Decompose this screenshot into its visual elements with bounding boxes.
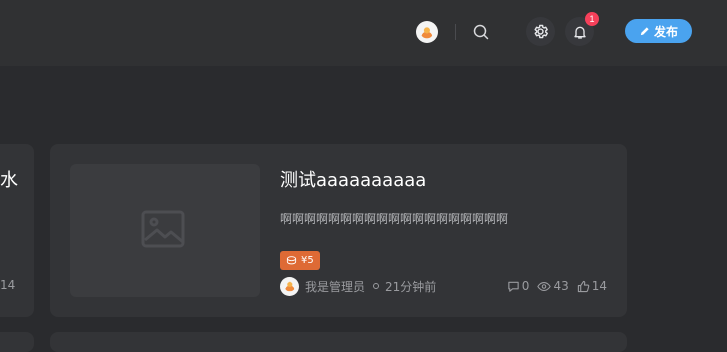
- post-title[interactable]: 测试aaaaaaaaaa: [280, 166, 426, 192]
- settings-icon: [534, 24, 548, 39]
- price-tag: ¥5: [280, 251, 320, 270]
- eye-icon: [537, 281, 552, 291]
- price-value: ¥5: [301, 255, 314, 266]
- notification-badge: 1: [585, 12, 599, 26]
- post-stats: 0 43 14: [507, 276, 607, 296]
- post-thumbnail[interactable]: [70, 164, 260, 297]
- bell-icon: [573, 26, 586, 39]
- post-card[interactable]: 测试aaaaaaaaaa 啊啊啊啊啊啊啊啊啊啊啊啊啊啊啊啊啊啊啊 ¥5 我是管理…: [50, 144, 627, 317]
- search-button[interactable]: [470, 21, 492, 43]
- separator-dot-icon: [373, 283, 380, 289]
- view-count: 43: [553, 279, 569, 293]
- author-avatar[interactable]: [280, 276, 299, 296]
- publish-button[interactable]: 发布: [625, 19, 692, 43]
- search-icon: [473, 24, 489, 40]
- top-navbar: 1 发布: [0, 0, 727, 66]
- view-stat: 43: [537, 279, 569, 293]
- post-card-next[interactable]: [50, 332, 627, 352]
- post-card-left[interactable]: 水 14: [0, 144, 34, 317]
- coin-icon: [286, 256, 297, 265]
- pen-icon: [640, 26, 649, 35]
- navbar-divider: [455, 24, 456, 40]
- like-count: 14: [591, 279, 607, 293]
- post-meta: 我是管理员 21分钟前: [280, 276, 436, 296]
- thumbs-up-icon: [577, 280, 590, 292]
- comment-count: 0: [521, 279, 530, 293]
- like-stat[interactable]: 14: [577, 279, 607, 293]
- post-time: 21分钟前: [385, 279, 437, 294]
- settings-button[interactable]: [526, 17, 555, 46]
- comment-stat: 0: [507, 279, 530, 293]
- like-count-fragment: 14: [0, 278, 16, 292]
- post-card-next-left[interactable]: [0, 332, 34, 352]
- post-excerpt: 啊啊啊啊啊啊啊啊啊啊啊啊啊啊啊啊啊啊啊: [280, 212, 509, 226]
- post-title-fragment: 水: [0, 170, 18, 191]
- comment-icon: [508, 281, 519, 292]
- image-placeholder-icon: [141, 210, 185, 247]
- author-name[interactable]: 我是管理员: [305, 278, 365, 295]
- publish-label: 发布: [653, 24, 678, 39]
- user-avatar[interactable]: [416, 21, 438, 43]
